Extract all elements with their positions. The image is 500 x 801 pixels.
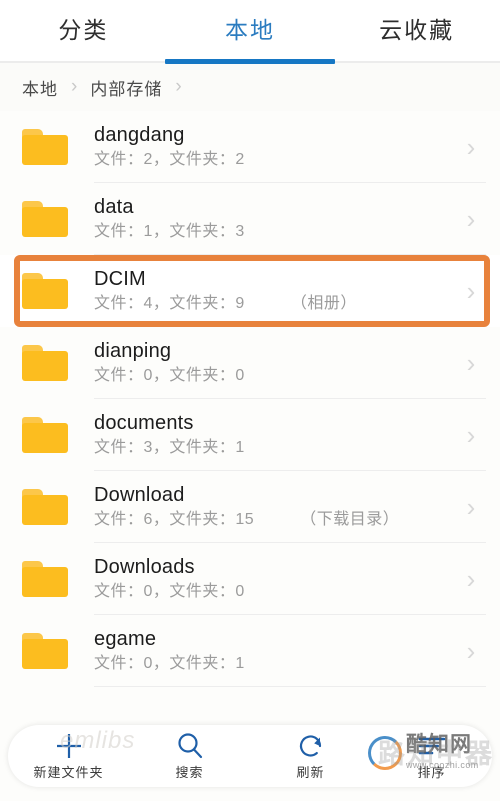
folder-counts: 文件：1，文件夹：3 xyxy=(94,223,245,240)
folder-name: dianping xyxy=(94,340,172,362)
folder-icon xyxy=(22,489,68,525)
folder-name: Download xyxy=(94,484,185,506)
tab-local-label: 本地 xyxy=(225,17,275,43)
folder-icon xyxy=(22,201,68,237)
chevron-right-icon[interactable]: › xyxy=(456,206,486,232)
list-item-text: dangdang 文件：2，文件夹：2 xyxy=(94,122,456,172)
folder-counts: 文件：4，文件夹：9 xyxy=(94,295,245,312)
folder-icon xyxy=(22,273,68,309)
tab-cloud-favorites-label: 云收藏 xyxy=(379,17,455,43)
folder-icon xyxy=(22,129,68,165)
bottom-action-bar: 新建文件夹 搜索 刷新 排序 xyxy=(8,725,492,787)
folder-meta-line: 文件：0，文件夹：0 xyxy=(94,580,456,604)
list-item[interactable]: egame 文件：0，文件夹：1 › xyxy=(0,615,500,687)
folder-meta-line: 文件：6，文件夹：15 （下载目录） xyxy=(94,508,456,532)
new-folder-label: 新建文件夹 xyxy=(33,765,104,780)
list-item-text: documents 文件：3，文件夹：1 xyxy=(94,410,456,460)
chevron-right-icon[interactable]: › xyxy=(456,494,486,520)
tab-cloud-favorites[interactable]: 云收藏 xyxy=(333,0,500,62)
breadcrumb-item-local[interactable]: 本地 xyxy=(22,75,58,100)
top-tabbar: 分类 本地 云收藏 xyxy=(0,0,500,63)
tab-local[interactable]: 本地 xyxy=(167,0,334,62)
folder-note: （下载目录） xyxy=(300,511,400,528)
folder-counts: 文件：3，文件夹：1 xyxy=(94,439,245,456)
sort-icon xyxy=(417,731,447,761)
folder-meta-line: 文件：4，文件夹：9 （相册） xyxy=(94,292,456,316)
breadcrumb-item-internal-storage[interactable]: 内部存储 xyxy=(90,75,162,100)
folder-meta-line: 文件：1，文件夹：3 xyxy=(94,220,456,244)
list-item-text: DCIM 文件：4，文件夹：9 （相册） xyxy=(94,266,456,316)
list-item-text: dianping 文件：0，文件夹：0 xyxy=(94,338,456,388)
breadcrumb: 本地 › 内部存储 › xyxy=(0,63,500,111)
folder-meta-line: 文件：3，文件夹：1 xyxy=(94,436,456,460)
folder-meta-line: 文件：0，文件夹：1 xyxy=(94,652,456,676)
tab-category-label: 分类 xyxy=(58,17,109,43)
list-item[interactable]: Download 文件：6，文件夹：15 （下载目录） › xyxy=(0,471,500,543)
sort-label: 排序 xyxy=(417,765,446,780)
folder-name: egame xyxy=(94,628,157,650)
list-item[interactable]: data 文件：1，文件夹：3 › xyxy=(0,183,500,255)
folder-name: documents xyxy=(94,412,194,434)
tab-category[interactable]: 分类 xyxy=(0,0,167,62)
list-item-text: egame 文件：0，文件夹：1 xyxy=(94,626,456,676)
folder-icon xyxy=(22,417,68,453)
refresh-icon xyxy=(296,731,326,761)
chevron-right-icon[interactable]: › xyxy=(456,134,486,160)
chevron-right-icon[interactable]: › xyxy=(456,638,486,664)
folder-counts: 文件：0，文件夹：0 xyxy=(94,583,245,600)
folder-counts: 文件：0，文件夹：0 xyxy=(94,367,245,384)
search-button[interactable]: 搜索 xyxy=(129,725,250,787)
plus-icon xyxy=(54,731,84,761)
row-divider xyxy=(94,686,486,687)
folder-counts: 文件：0，文件夹：1 xyxy=(94,655,245,672)
folder-counts: 文件：6，文件夹：15 xyxy=(94,511,255,528)
refresh-button[interactable]: 刷新 xyxy=(250,725,371,787)
refresh-label: 刷新 xyxy=(296,765,325,780)
search-icon xyxy=(175,731,205,761)
folder-icon xyxy=(22,345,68,381)
chevron-right-icon[interactable]: › xyxy=(456,350,486,376)
folder-meta-line: 文件：2，文件夹：2 xyxy=(94,148,456,172)
folder-icon xyxy=(22,561,68,597)
sort-button[interactable]: 排序 xyxy=(371,725,492,787)
folder-name: Downloads xyxy=(94,556,195,578)
file-manager-screen: 分类 本地 云收藏 本地 › 内部存储 › dangdang 文件：2，文件夹：… xyxy=(0,0,500,801)
folder-counts: 文件：2，文件夹：2 xyxy=(94,151,245,168)
folder-name: dangdang xyxy=(94,124,185,146)
chevron-right-icon[interactable]: › xyxy=(456,566,486,592)
chevron-right-icon[interactable]: › xyxy=(456,278,486,304)
new-folder-button[interactable]: 新建文件夹 xyxy=(8,725,129,787)
list-item[interactable]: dangdang 文件：2，文件夹：2 › xyxy=(0,111,500,183)
list-item-text: Download 文件：6，文件夹：15 （下载目录） xyxy=(94,482,456,532)
list-item-dcim-highlighted[interactable]: DCIM 文件：4，文件夹：9 （相册） › xyxy=(0,255,500,327)
list-item[interactable]: Downloads 文件：0，文件夹：0 › xyxy=(0,543,500,615)
folder-meta-line: 文件：0，文件夹：0 xyxy=(94,364,456,388)
search-label: 搜索 xyxy=(175,765,204,780)
folder-list[interactable]: dangdang 文件：2，文件夹：2 › data 文件：1，文件夹：3 › … xyxy=(0,111,500,687)
list-item-text: Downloads 文件：0，文件夹：0 xyxy=(94,554,456,604)
list-item[interactable]: dianping 文件：0，文件夹：0 › xyxy=(0,327,500,399)
folder-note: （相册） xyxy=(290,295,357,312)
folder-name: DCIM xyxy=(94,268,146,290)
chevron-right-icon: › xyxy=(175,76,182,97)
chevron-right-icon: › xyxy=(71,76,78,97)
chevron-right-icon[interactable]: › xyxy=(456,422,486,448)
folder-name: data xyxy=(94,196,134,218)
list-item-text: data 文件：1，文件夹：3 xyxy=(94,194,456,244)
list-item[interactable]: documents 文件：3，文件夹：1 › xyxy=(0,399,500,471)
folder-icon xyxy=(22,633,68,669)
